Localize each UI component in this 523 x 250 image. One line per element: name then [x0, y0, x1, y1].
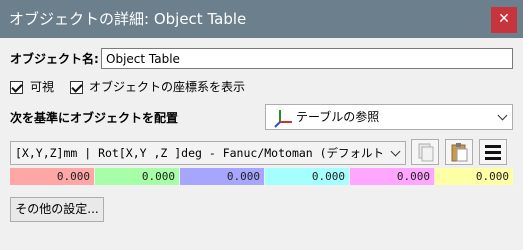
show-frame-label: オブジェクトの座標系を表示	[89, 80, 246, 94]
paste-button[interactable]	[445, 139, 473, 165]
placement-label: 次を基準にオブジェクトを配置	[10, 111, 179, 125]
paste-icon	[451, 143, 468, 162]
pose-z-value[interactable]: 0.000	[180, 168, 264, 185]
chevron-down-icon	[390, 146, 401, 157]
close-icon: ✕	[498, 11, 510, 27]
close-button[interactable]: ✕	[491, 7, 517, 33]
visible-checkbox[interactable]	[10, 81, 23, 94]
other-settings-button[interactable]: その他の設定...	[10, 197, 104, 222]
axis-icon	[274, 110, 292, 128]
reference-value: テーブルの参照	[296, 110, 380, 124]
reference-select[interactable]: テーブルの参照	[265, 104, 513, 130]
pose-rz-value[interactable]: 0.000	[435, 168, 513, 185]
pose-format-value: [X,Y,Z]mm | Rot[X,Y ,Z ]deg - Fanuc/Moto…	[15, 146, 385, 160]
menu-button[interactable]	[479, 139, 507, 165]
visible-label: 可視	[30, 80, 55, 94]
menu-icon	[485, 145, 501, 160]
object-name-input[interactable]	[101, 48, 513, 69]
pose-ry-value[interactable]: 0.000	[350, 168, 434, 185]
pose-format-select[interactable]: [X,Y,Z]mm | Rot[X,Y ,Z ]deg - Fanuc/Moto…	[10, 141, 406, 165]
title-bar: オブジェクトの詳細: Object Table ✕	[0, 0, 523, 38]
pose-x-value[interactable]: 0.000	[10, 168, 94, 185]
pose-rx-value[interactable]: 0.000	[265, 168, 349, 185]
chevron-down-icon	[497, 110, 508, 121]
window-title: オブジェクトの詳細: Object Table	[9, 10, 247, 28]
show-frame-checkbox[interactable]	[70, 81, 83, 94]
copy-button[interactable]	[411, 139, 439, 165]
pose-y-value[interactable]: 0.000	[95, 168, 179, 185]
name-label: オブジェクト名:	[10, 52, 99, 66]
copy-icon	[418, 143, 434, 162]
